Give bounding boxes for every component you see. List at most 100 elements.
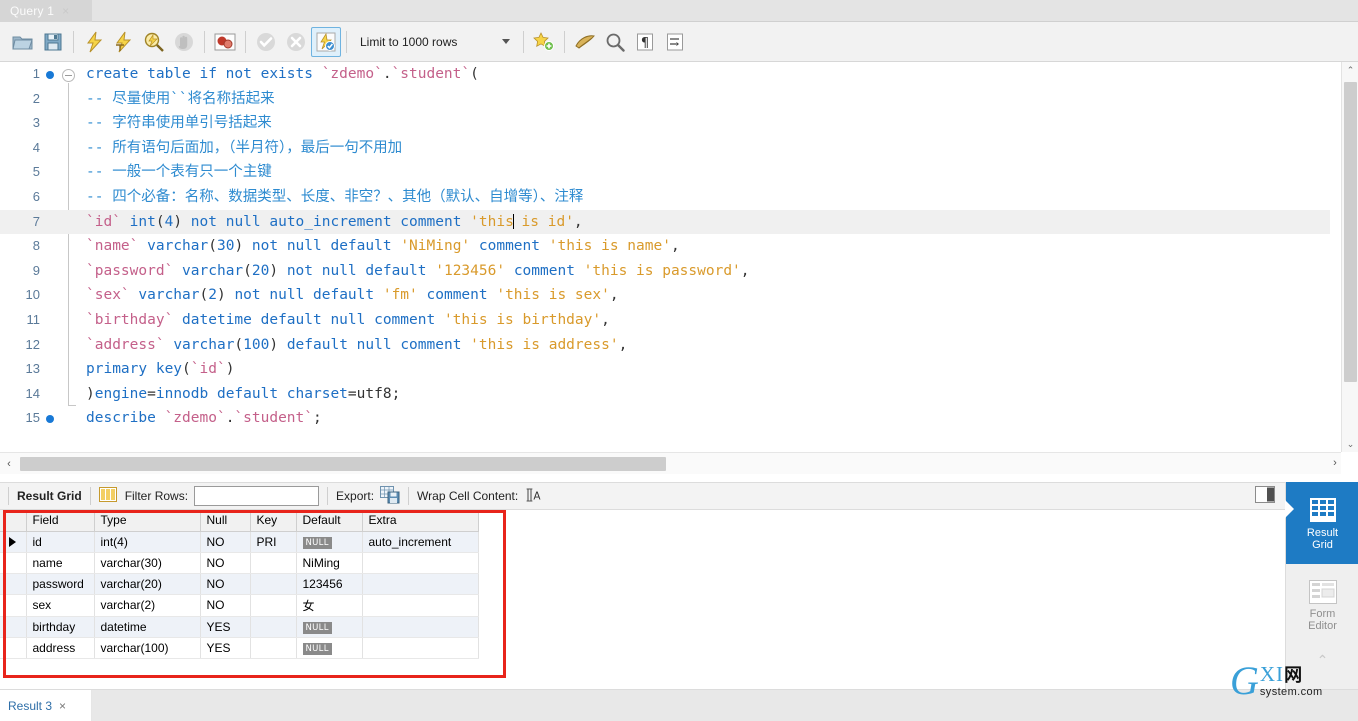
breakpoint-marker-icon[interactable] — [46, 415, 54, 424]
execute-statements-icon[interactable] — [79, 27, 109, 57]
column-header[interactable]: Type — [94, 510, 201, 532]
table-cell[interactable]: birthday — [26, 616, 95, 638]
code-line[interactable]: 5 -- 一般一个表有只一个主键 — [0, 160, 1330, 185]
table-row[interactable]: id int(4) NO PRI NULL auto_increment — [0, 531, 479, 553]
table-row[interactable]: address varchar(100) YES NULL — [0, 637, 479, 659]
table-cell[interactable]: NULL — [296, 531, 363, 553]
query-tab[interactable]: Query 1 × — [0, 0, 92, 22]
chevron-down-icon[interactable] — [502, 39, 510, 44]
save-snippet-icon[interactable] — [529, 27, 559, 57]
table-row[interactable]: name varchar(30) NO NiMing — [0, 552, 479, 574]
table-cell[interactable] — [250, 594, 297, 617]
column-header[interactable]: Default — [296, 510, 363, 532]
code-line[interactable]: 7 `id` int(4) not null auto_increment com… — [0, 209, 1330, 235]
table-cell[interactable] — [362, 637, 479, 659]
table-cell[interactable]: sex — [26, 594, 95, 617]
row-selector[interactable] — [0, 552, 27, 574]
table-cell[interactable]: NO — [200, 552, 251, 574]
row-selector-current-icon[interactable] — [0, 531, 27, 553]
table-cell[interactable] — [250, 616, 297, 638]
code-line[interactable]: 1 create table if not exists `zdemo`.`stu… — [0, 62, 1330, 87]
code-line[interactable]: 4 -- 所有语句后面加，（半月符），最后一句不用加 — [0, 136, 1330, 161]
column-header[interactable]: Key — [250, 510, 297, 532]
table-cell[interactable]: NO — [200, 573, 251, 595]
table-cell[interactable] — [250, 637, 297, 659]
code-line[interactable]: 10 `sex` varchar(2) not null default 'fm'… — [0, 283, 1330, 308]
table-row[interactable]: birthday datetime YES NULL — [0, 616, 479, 638]
table-cell[interactable] — [362, 552, 479, 574]
save-script-icon[interactable] — [38, 27, 68, 57]
table-row[interactable]: password varchar(20) NO 123456 — [0, 573, 479, 595]
code-line[interactable]: 8 `name` varchar(30) not null default 'Ni… — [0, 234, 1330, 259]
table-cell[interactable]: NO — [200, 531, 251, 553]
table-cell[interactable]: varchar(100) — [94, 637, 201, 659]
scroll-up-icon[interactable]: ⌃ — [1342, 62, 1358, 78]
table-cell[interactable] — [362, 573, 479, 595]
close-icon[interactable]: × — [62, 5, 69, 17]
table-cell[interactable]: id — [26, 531, 95, 553]
editor-horizontal-scrollbar[interactable]: ‹ — [0, 452, 1341, 474]
table-cell[interactable] — [250, 573, 297, 595]
table-cell[interactable]: NULL — [296, 637, 363, 659]
execute-current-statement-icon[interactable] — [109, 27, 139, 57]
table-row[interactable]: sex varchar(2) NO 女 — [0, 594, 479, 617]
code-line[interactable]: 2 -- 尽量使用``将名称括起来 — [0, 87, 1330, 112]
code-lines[interactable]: 1 create table if not exists `zdemo`.`stu… — [0, 62, 1330, 431]
table-cell[interactable]: 女 — [296, 594, 363, 617]
code-line[interactable]: 14)engine=innodb default charset=utf8; — [0, 382, 1330, 407]
code-line[interactable]: 13 primary key(`id`) — [0, 357, 1330, 382]
table-cell[interactable]: auto_increment — [362, 531, 479, 553]
row-selector[interactable] — [0, 637, 27, 659]
table-cell[interactable]: varchar(20) — [94, 573, 201, 595]
sidebar-item-result-grid[interactable]: Result Grid — [1285, 482, 1358, 564]
column-header[interactable]: Field — [26, 510, 95, 532]
row-selector[interactable] — [0, 573, 27, 595]
scrollbar-thumb[interactable] — [20, 456, 666, 471]
table-cell[interactable]: name — [26, 552, 95, 574]
find-icon[interactable] — [600, 27, 630, 57]
wrap-cell-content-icon[interactable]: A — [526, 487, 542, 506]
code-line[interactable]: 12 `address` varchar(100) default null co… — [0, 333, 1330, 358]
editor-vertical-scrollbar[interactable]: ⌃ ⌄ — [1341, 62, 1358, 452]
code-line[interactable]: 15 describe `zdemo`.`student`; — [0, 406, 1330, 431]
toggle-stop-on-error-icon[interactable] — [210, 27, 240, 57]
table-cell[interactable]: NO — [200, 594, 251, 617]
table-cell[interactable]: 123456 — [296, 573, 363, 595]
scroll-right-icon[interactable]: › — [1326, 452, 1344, 474]
sql-code-editor[interactable]: 1 create table if not exists `zdemo`.`stu… — [0, 62, 1358, 452]
toggle-invisible-chars-icon[interactable]: ¶ — [630, 27, 660, 57]
table-cell[interactable]: NULL — [296, 616, 363, 638]
result-grid[interactable]: Field Type Null Key Default Extra id int(4) NO PR… — [0, 510, 1285, 680]
code-line[interactable]: 3 -- 字符串使用单引号括起来 — [0, 111, 1330, 136]
wrap-lines-icon[interactable] — [660, 27, 690, 57]
filter-rows-input[interactable] — [194, 486, 320, 506]
close-icon[interactable]: × — [59, 699, 66, 713]
table-cell[interactable]: varchar(2) — [94, 594, 201, 617]
code-line[interactable]: 6 -- 四个必备：名称、数据类型、长度、非空？、其他（默认、自增等）、注释 — [0, 185, 1330, 210]
column-header[interactable]: Extra — [362, 510, 479, 532]
open-sql-script-icon[interactable] — [8, 27, 38, 57]
result-tab[interactable]: Result 3 × — [0, 690, 92, 721]
row-selector[interactable] — [0, 616, 27, 638]
export-recordset-icon[interactable] — [380, 485, 400, 507]
row-selector[interactable] — [0, 594, 27, 617]
table-cell[interactable]: datetime — [94, 616, 201, 638]
table-cell[interactable] — [362, 616, 479, 638]
table-cell[interactable]: PRI — [250, 531, 297, 553]
scrollbar-track[interactable] — [18, 453, 1341, 475]
table-cell[interactable]: NiMing — [296, 552, 363, 574]
table-cell[interactable]: varchar(30) — [94, 552, 201, 574]
column-header[interactable]: Null — [200, 510, 251, 532]
grid-view-icon[interactable] — [98, 487, 117, 505]
code-line[interactable]: 11 `birthday` datetime default null comme… — [0, 308, 1330, 333]
scroll-down-icon[interactable]: ⌄ — [1342, 436, 1358, 452]
limit-rows-dropdown[interactable]: Limit to 1000 rows — [358, 31, 518, 53]
table-cell[interactable] — [362, 594, 479, 617]
scrollbar-thumb[interactable] — [1344, 82, 1357, 382]
code-line[interactable]: 9 `password` varchar(20) not null default… — [0, 259, 1330, 284]
table-cell[interactable]: int(4) — [94, 531, 201, 553]
table-cell[interactable]: YES — [200, 616, 251, 638]
table-cell[interactable]: password — [26, 573, 95, 595]
sidebar-item-form-editor[interactable]: Form Editor — [1286, 564, 1358, 646]
breakpoint-marker-icon[interactable] — [46, 71, 54, 79]
